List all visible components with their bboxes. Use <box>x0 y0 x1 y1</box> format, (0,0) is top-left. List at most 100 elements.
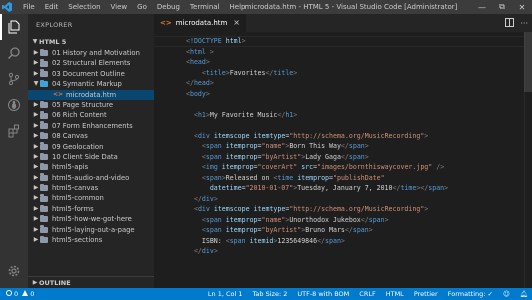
menu-go[interactable]: Go <box>132 0 152 14</box>
code-token: span <box>348 152 365 161</box>
menu-selection[interactable]: Selection <box>63 0 105 14</box>
code-token: itemprop <box>225 152 258 161</box>
tree-folder-item[interactable]: ▶ 10 Client Side Data <box>28 152 154 162</box>
notifications-icon[interactable]: 🔔︎ <box>520 290 528 298</box>
menu-terminal[interactable]: Terminal <box>185 0 225 14</box>
code-token: /> <box>436 163 445 171</box>
code-token: span <box>205 226 222 234</box>
menu-edit[interactable]: Edit <box>40 0 64 14</box>
tree-folder-item[interactable]: ▶ html5-laying-out-a-page <box>28 225 154 235</box>
more-actions-icon[interactable]: ··· <box>520 19 528 28</box>
search-icon[interactable] <box>0 40 28 66</box>
settings-gear-icon[interactable] <box>0 258 28 284</box>
status-bar: 0 0 Ln 1, Col 1 Tab Size: 2 UTF-8 with B… <box>0 288 532 300</box>
folder-icon <box>40 111 48 119</box>
code-token: "name" <box>261 215 286 224</box>
tree-item-label: 05 Page Structure <box>52 100 114 109</box>
code-token: "name" <box>261 142 286 150</box>
file-encoding[interactable]: UTF-8 with BOM <box>297 290 349 298</box>
code-token: </ <box>317 236 326 245</box>
minimize-button[interactable]: — <box>472 0 492 14</box>
tree-folder-item[interactable]: ▼ 04 Symantic Markup <box>28 79 154 89</box>
tree-item-label: html5-laying-out-a-page <box>52 225 135 234</box>
code-line: <!DOCTYPE html> <box>186 36 448 47</box>
code-token: "publishDate" <box>333 173 385 182</box>
source-control-icon[interactable] <box>0 66 28 92</box>
end-of-line[interactable]: CRLF <box>359 290 375 298</box>
extensions-icon[interactable] <box>0 118 28 144</box>
tree-item-label: html5-canvas <box>52 184 99 193</box>
tab-microdata[interactable]: <> microdata.htm × <box>154 14 246 32</box>
code-editor[interactable]: <!DOCTYPE html> <html > <head> <title>Favo… <box>154 32 532 288</box>
editor-actions: ··· <box>505 14 528 32</box>
tree-folder-item[interactable]: ▶ 02 Structural Elements <box>28 58 154 68</box>
tree-file-item[interactable]: <> microdata.htm <box>28 89 154 100</box>
debug-icon[interactable] <box>0 92 28 118</box>
code-token: span <box>325 236 341 245</box>
code-token: "byArtist" <box>261 152 302 161</box>
code-token: Favorites <box>229 68 266 77</box>
html-file-icon: <> <box>160 19 172 27</box>
menu-debug[interactable]: Debug <box>152 0 185 14</box>
chevron-right-icon: ▶ <box>33 59 39 67</box>
menu-file[interactable]: File <box>18 0 40 14</box>
chevron-right-icon: ▶ <box>33 121 39 129</box>
folder-icon <box>40 79 48 88</box>
window-controls: — ⧉ ✕ <box>472 0 532 14</box>
prettier-status[interactable]: Prettier <box>414 290 438 298</box>
code-token: "images/bornthiswaycover.jpg" <box>317 163 433 171</box>
folder-icon <box>40 214 48 223</box>
minimap-slider[interactable] <box>524 32 532 92</box>
code-line: <head> <box>186 57 448 68</box>
menu-view[interactable]: View <box>106 0 133 14</box>
tree-folder-item[interactable]: ▶ 07 Form Enhancements <box>28 121 154 131</box>
tree-folder-item[interactable]: ▶ html5-how-we-got-here <box>28 214 154 224</box>
explorer-header: EXPLORER <box>36 21 73 29</box>
folder-icon <box>40 235 48 244</box>
tree-folder-item[interactable]: ▶ 05 Page Structure <box>28 100 154 110</box>
code-token: > <box>205 58 210 66</box>
outline-section-header[interactable]: ▶ OUTLINE <box>28 276 154 288</box>
tree-folder-item[interactable]: ▶ html5-apis <box>28 162 154 172</box>
tree-folder-item[interactable]: ▶ html5-sections <box>28 235 154 245</box>
tree-folder-item[interactable]: ▶ html5-common <box>28 193 154 203</box>
code-token: itemscope <box>213 131 250 140</box>
code-token: div <box>201 247 214 255</box>
minimap[interactable] <box>524 32 532 288</box>
explorer-icon[interactable] <box>0 14 28 40</box>
code-token: > <box>241 37 246 45</box>
language-mode[interactable]: HTML <box>386 290 404 298</box>
indentation[interactable]: Tab Size: 2 <box>253 290 288 298</box>
tree-folder-item[interactable]: ▶ html5-canvas <box>28 183 154 193</box>
code-line: <body> <box>186 89 448 100</box>
menu-help[interactable]: Help <box>225 0 251 14</box>
tree-folder-item[interactable]: ▶ 01 History and Motivation <box>28 48 154 58</box>
explorer-sidebar: EXPLORER ▼ HTML 5 ▶ 01 History and Motiva… <box>28 14 154 288</box>
code-token: > <box>364 152 369 161</box>
tree-folder-item[interactable]: ▶ 08 Canvas <box>28 131 154 141</box>
tree-folder-item[interactable]: ▶ html5-forms <box>28 204 154 214</box>
cursor-position[interactable]: Ln 1, Col 1 <box>208 290 243 298</box>
problems-indicator[interactable]: 0 0 <box>6 290 34 298</box>
split-editor-icon[interactable] <box>505 17 515 29</box>
code-content[interactable]: <!DOCTYPE html> <html > <head> <title>Favo… <box>186 36 448 257</box>
code-line: <h1>My Favorite Music</h1> <box>186 110 448 121</box>
close-tab-icon[interactable]: × <box>233 14 240 32</box>
tree-folder-item[interactable]: ▶ 03 Document Outline <box>28 69 154 79</box>
feedback-icon[interactable]: ☺ <box>503 290 510 298</box>
code-line: </div> <box>186 246 448 257</box>
maximize-button[interactable]: ⧉ <box>492 0 512 14</box>
code-line: <span itemprop="name">Born This Way</spa… <box>186 141 448 152</box>
tree-folder-item[interactable]: ▶ html5-audio-and-video <box>28 173 154 183</box>
code-token: > <box>293 110 298 119</box>
tree-folder-item[interactable]: ▶ 09 Geolocation <box>28 142 154 152</box>
tree-folder-item[interactable]: ▶ 06 Rich Content <box>28 110 154 120</box>
workspace-section-header[interactable]: ▼ HTML 5 <box>28 36 154 48</box>
close-button[interactable]: ✕ <box>512 0 532 14</box>
formatting-status[interactable]: Formatting: ✓ <box>448 290 493 298</box>
chevron-right-icon: ▶ <box>33 100 39 108</box>
